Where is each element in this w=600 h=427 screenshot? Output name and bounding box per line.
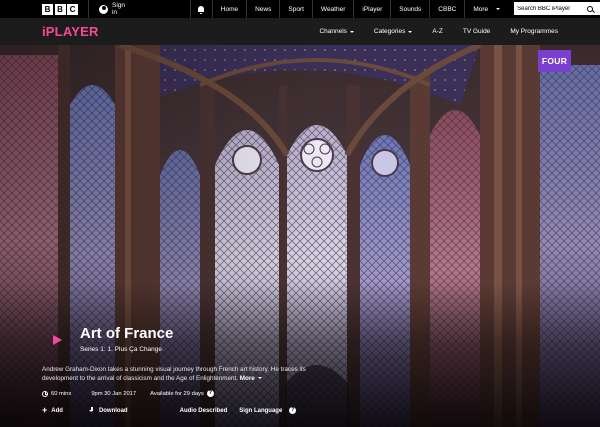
bbc-nav-home[interactable]: Home — [211, 0, 246, 18]
bbc-nav: Home News Sport Weather iPlayer Sounds C… — [211, 0, 508, 18]
audio-described-label: Audio Described — [179, 407, 228, 414]
programme-actions: + Add Download Audio Described Sign Lang… — [42, 405, 297, 415]
programme-synopsis: Andrew Graham-Dixon takes a stunning vis… — [42, 366, 342, 383]
programme-meta: 60 mins 9pm 30 Jan 2017 Available for 29… — [42, 390, 214, 397]
sign-language-label: Sign Language — [239, 407, 283, 414]
bbc-global-bar: B B C Sign in Home News Sport Weather iP… — [0, 0, 600, 18]
duration: 60 mins — [51, 390, 72, 397]
nav-channels[interactable]: Channels — [309, 28, 363, 35]
sign-in-label: Sign in — [111, 2, 125, 16]
synopsis-more-label: More — [239, 374, 255, 382]
chevron-down-icon — [257, 376, 262, 379]
more-label: More — [473, 5, 489, 13]
bbc-logo[interactable]: B B C — [42, 0, 78, 18]
nav-my-programmes[interactable]: My Programmes — [500, 28, 568, 35]
air-date: 9pm 30 Jan 2017 — [91, 390, 137, 397]
download-icon — [89, 407, 95, 414]
bbc-nav-iplayer[interactable]: iPlayer — [353, 0, 390, 18]
bbc-logo-block: C — [67, 3, 78, 15]
episode-subtitle: Series 1: 1. Plus Ça Change — [80, 346, 163, 353]
info-icon[interactable]: ? — [206, 390, 214, 397]
bbc-nav-news[interactable]: News — [246, 0, 279, 18]
iplayer-logo[interactable]: iPLAYER — [42, 24, 99, 39]
nav-categories[interactable]: Categories — [364, 28, 422, 35]
synopsis-text: Andrew Graham-Dixon takes a stunning vis… — [42, 366, 306, 382]
download-label: Download — [98, 407, 128, 414]
plus-icon: + — [42, 405, 48, 415]
bbc-logo-block: B — [54, 3, 66, 15]
bbc-nav-cbbc[interactable]: CBBC — [429, 0, 464, 18]
bbc-nav-more[interactable]: More — [464, 0, 508, 18]
channel-badge: FOUR — [538, 50, 571, 72]
bbc-nav-sport[interactable]: Sport — [279, 0, 312, 18]
play-icon — [52, 335, 62, 345]
iplayer-header: iPLAYER Channels Categories A-Z TV Guide… — [0, 18, 600, 45]
bbc-logo-block: B — [42, 3, 53, 15]
search-icon[interactable] — [587, 5, 594, 12]
search-input[interactable] — [517, 5, 588, 12]
bbc-nav-sounds[interactable]: Sounds — [390, 0, 429, 18]
clock-icon — [42, 390, 48, 397]
chevron-down-icon — [349, 30, 354, 33]
avatar-icon — [99, 4, 108, 14]
iplayer-nav: Channels Categories A-Z TV Guide My Prog… — [309, 28, 568, 35]
bar-spacer — [144, 0, 190, 18]
search-box — [514, 2, 600, 15]
chevron-down-icon — [408, 30, 413, 33]
nav-channels-label: Channels — [319, 28, 347, 35]
play-button[interactable] — [43, 326, 71, 354]
bbc-nav-weather[interactable]: Weather — [311, 0, 353, 18]
synopsis-more-button[interactable]: More — [240, 375, 262, 382]
add-label: Add — [51, 407, 63, 414]
programme-title: Art of France — [80, 325, 174, 342]
add-button[interactable]: + Add — [42, 405, 63, 415]
bell-icon — [198, 6, 205, 14]
notifications-button[interactable] — [189, 0, 212, 18]
chevron-down-icon — [496, 8, 501, 10]
nav-a-z[interactable]: A-Z — [422, 28, 452, 35]
download-button[interactable]: Download — [89, 407, 128, 414]
audio-described-link[interactable]: Audio Described — [180, 408, 228, 414]
info-icon: ? — [289, 407, 297, 414]
programme-hero: FOUR Art of France Series 1: 1. Plus Ça … — [0, 45, 600, 427]
sign-language-link[interactable]: Sign Language ? — [239, 407, 297, 414]
availability: Available for 29 days — [150, 390, 204, 397]
sign-in-link[interactable]: Sign in — [88, 0, 144, 18]
nav-tv-guide[interactable]: TV Guide — [453, 28, 500, 35]
nav-categories-label: Categories — [373, 28, 406, 35]
